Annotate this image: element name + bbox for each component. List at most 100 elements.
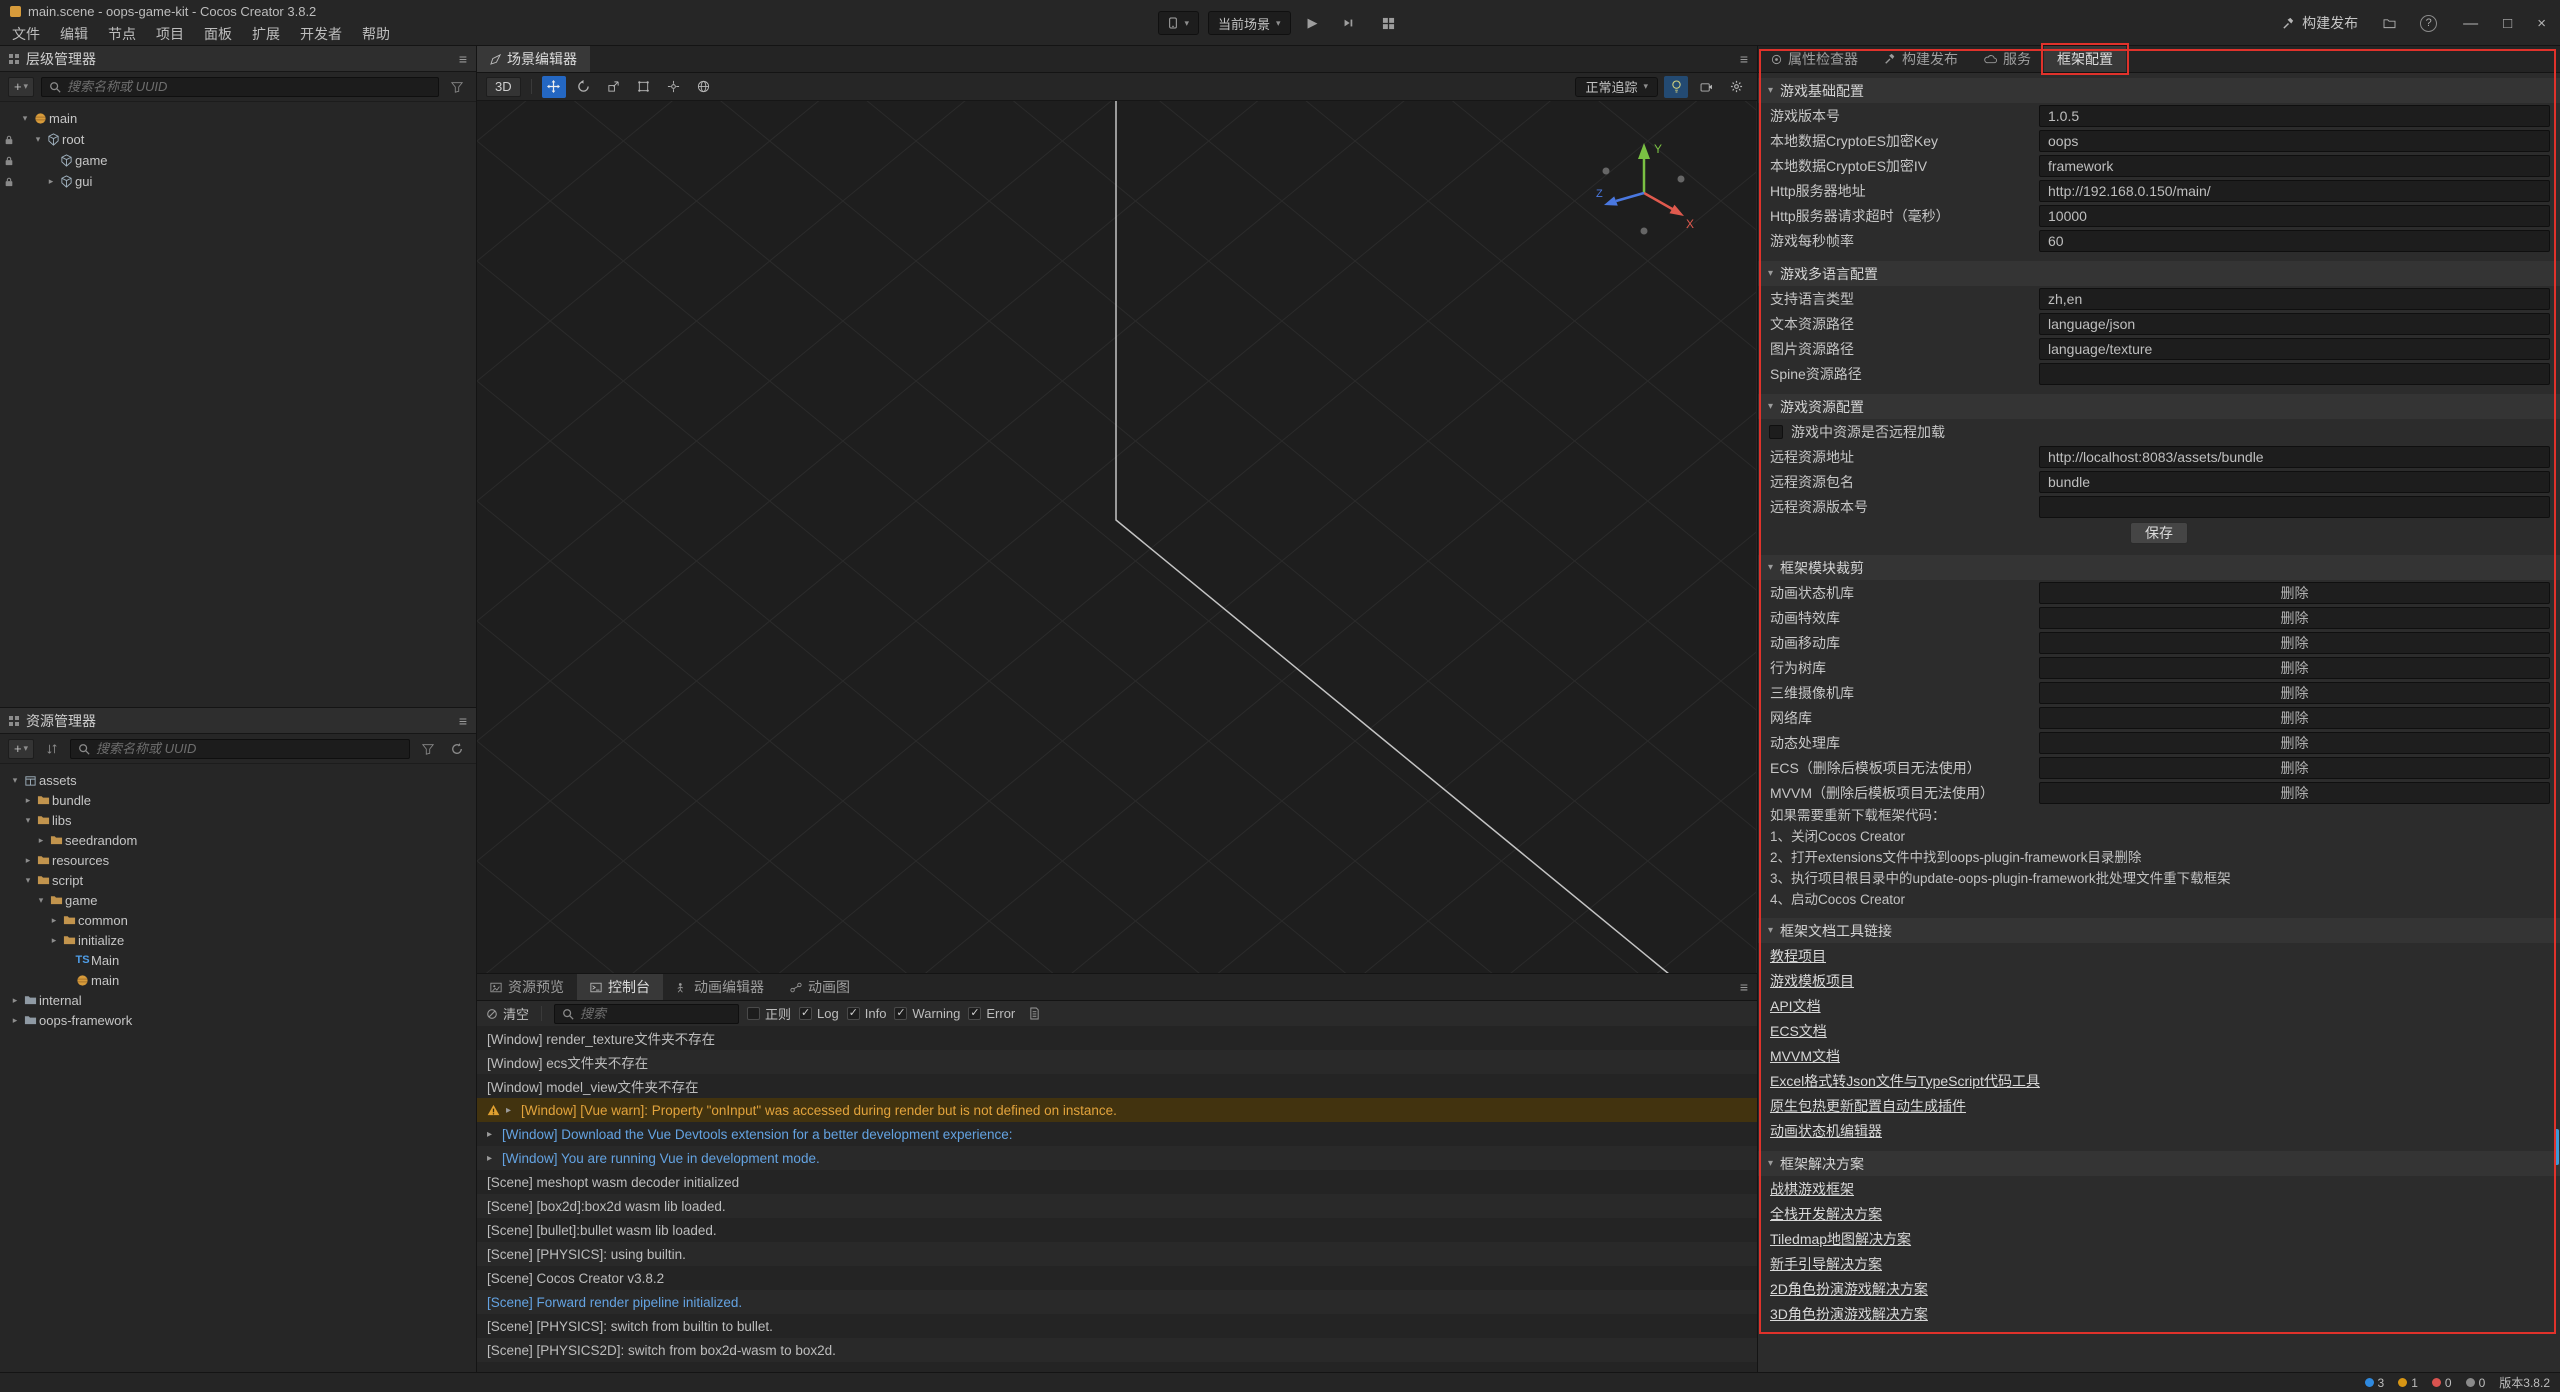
expand-arrow-icon[interactable]: ▸	[21, 795, 35, 806]
lock-icon[interactable]	[0, 156, 18, 166]
create-node-button[interactable]: +▾	[8, 77, 34, 97]
lock-icon[interactable]	[0, 135, 18, 145]
sort-assets-button[interactable]	[41, 739, 63, 759]
delete-module-button[interactable]: 删除	[2039, 632, 2550, 654]
anchor-tool-button[interactable]	[662, 76, 686, 98]
tab-services[interactable]: 服务	[1971, 46, 2044, 72]
expand-arrow-icon[interactable]: ▸	[34, 835, 48, 846]
delete-module-button[interactable]: 删除	[2039, 657, 2550, 679]
log-row[interactable]: [Scene] [box2d]:box2d wasm lib loaded.	[477, 1194, 1757, 1218]
console-menu-icon[interactable]: ≡	[1740, 979, 1748, 995]
doc-link-ecs[interactable]: ECS文档	[1770, 1021, 1827, 1041]
render-mode-select[interactable]: 正常追踪 ▾	[1575, 77, 1658, 97]
log-row[interactable]: [Scene] [PHYSICS2D]: switch from box2d-w…	[477, 1338, 1757, 1362]
log-row[interactable]: [Window] render_texture文件夹不存在	[477, 1026, 1757, 1050]
filter-warning-checkbox[interactable]: Warning	[894, 1006, 960, 1021]
log-row[interactable]: [Scene] [bullet]:bullet wasm lib loaded.	[477, 1218, 1757, 1242]
hierarchy-node-root[interactable]: ▾ root	[0, 129, 476, 150]
console-search-input[interactable]	[580, 1006, 731, 1021]
lock-icon[interactable]	[0, 177, 18, 187]
tab-animation-graph[interactable]: 动画图	[777, 974, 863, 1000]
remote-url-input[interactable]: http://localhost:8083/assets/bundle	[2039, 446, 2550, 468]
scene-light-toggle[interactable]	[1664, 76, 1688, 98]
expand-arrow-icon[interactable]: ▾	[8, 775, 22, 786]
expand-arrow-icon[interactable]: ▸	[21, 855, 35, 866]
create-asset-button[interactable]: +▾	[8, 739, 34, 759]
assets-menu-icon[interactable]: ≡	[459, 713, 467, 729]
axis-gizmo[interactable]: Y X Z	[1594, 141, 1694, 241]
expand-arrow-icon[interactable]: ▸	[8, 1015, 22, 1026]
delete-module-button[interactable]: 删除	[2039, 707, 2550, 729]
filter-log-checkbox[interactable]: Log	[799, 1006, 839, 1021]
log-row[interactable]: [Scene] [PHYSICS]: switch from builtin t…	[477, 1314, 1757, 1338]
scene-menu-icon[interactable]: ≡	[1740, 51, 1748, 67]
delete-module-button[interactable]: 删除	[2039, 782, 2550, 804]
tab-asset-preview[interactable]: 资源预览	[477, 974, 577, 1000]
hierarchy-node-gui[interactable]: ▸ gui	[0, 171, 476, 192]
doc-link-anim-editor[interactable]: 动画状态机编辑器	[1770, 1121, 1882, 1141]
delete-module-button[interactable]: 删除	[2039, 607, 2550, 629]
log-row-warning[interactable]: ▸ [Window] [Vue warn]: Property "onInput…	[477, 1098, 1757, 1122]
expand-arrow-icon[interactable]: ▾	[21, 815, 35, 826]
log-row[interactable]: [Window] ecs文件夹不存在	[477, 1050, 1757, 1074]
asset-node-resources[interactable]: ▸ resources	[0, 850, 476, 870]
menu-panel[interactable]: 面板	[194, 23, 242, 46]
section-resource-config[interactable]: ▾游戏资源配置	[1758, 394, 2560, 419]
tab-framework-config[interactable]: 框架配置	[2044, 46, 2126, 72]
rect-tool-button[interactable]	[632, 76, 656, 98]
menu-project[interactable]: 项目	[146, 23, 194, 46]
3d-mode-button[interactable]: 3D	[486, 77, 521, 97]
asset-node-bundle[interactable]: ▸ bundle	[0, 790, 476, 810]
assets-search-input[interactable]	[96, 741, 402, 756]
doc-link-mvvm[interactable]: MVVM文档	[1770, 1046, 1840, 1066]
section-solutions[interactable]: ▾框架解决方案	[1758, 1151, 2560, 1176]
remote-bundle-input[interactable]: bundle	[2039, 471, 2550, 493]
layout-button[interactable]	[1376, 11, 1402, 35]
expand-arrow-icon[interactable]: ▾	[21, 875, 35, 886]
assets-refresh-button[interactable]	[446, 739, 468, 759]
asset-node-game[interactable]: ▾ game	[0, 890, 476, 910]
log-row[interactable]: [Scene] meshopt wasm decoder initialized	[477, 1170, 1757, 1194]
delete-module-button[interactable]: 删除	[2039, 757, 2550, 779]
asset-node-script[interactable]: ▾ script	[0, 870, 476, 890]
inspector-scrollbar-thumb[interactable]	[2554, 1129, 2559, 1165]
log-row[interactable]: [Window] model_view文件夹不存在	[477, 1074, 1757, 1098]
delete-module-button[interactable]: 删除	[2039, 732, 2550, 754]
expand-arrow-icon[interactable]: ▸	[8, 995, 22, 1006]
lang-texture-path-input[interactable]: language/texture	[2039, 338, 2550, 360]
scale-tool-button[interactable]	[602, 76, 626, 98]
hierarchy-filter-button[interactable]	[446, 77, 468, 97]
solution-link-tiledmap[interactable]: Tiledmap地图解决方案	[1770, 1229, 1911, 1249]
doc-link-api[interactable]: API文档	[1770, 996, 1821, 1016]
window-minimize-button[interactable]: —	[2463, 15, 2478, 32]
log-row[interactable]: [Scene] [PHYSICS]: using builtin.	[477, 1242, 1757, 1266]
log-row[interactable]: [Scene] Cocos Creator v3.8.2	[477, 1266, 1757, 1290]
open-log-file-button[interactable]	[1023, 1004, 1045, 1024]
asset-node-initialize[interactable]: ▸ initialize	[0, 930, 476, 950]
doc-link-tutorial[interactable]: 教程项目	[1770, 946, 1826, 966]
open-project-folder-button[interactable]	[2376, 11, 2402, 35]
asset-node-main-scene[interactable]: main	[0, 970, 476, 990]
tab-property-inspector[interactable]: 属性检查器	[1758, 46, 1871, 72]
expand-arrow-icon[interactable]: ▸	[47, 915, 61, 926]
asset-node-seedrandom[interactable]: ▸ seedrandom	[0, 830, 476, 850]
build-publish-button[interactable]: 构建发布	[2282, 13, 2358, 33]
log-row-info[interactable]: ▸[Window] You are running Vue in develop…	[477, 1146, 1757, 1170]
move-tool-button[interactable]	[542, 76, 566, 98]
menu-node[interactable]: 节点	[98, 23, 146, 46]
save-button[interactable]: 保存	[2130, 522, 2188, 544]
languages-input[interactable]: zh,en	[2039, 288, 2550, 310]
solution-link-wargame[interactable]: 战棋游戏框架	[1770, 1179, 1854, 1199]
log-row-info[interactable]: ▸[Window] Download the Vue Devtools exte…	[477, 1122, 1757, 1146]
regex-checkbox[interactable]: 正则	[747, 1004, 791, 1023]
solution-link-3drpg[interactable]: 3D角色扮演游戏解决方案	[1770, 1304, 1928, 1324]
expand-arrow-icon[interactable]: ▸	[487, 1129, 496, 1140]
scene-settings-button[interactable]	[1724, 76, 1748, 98]
game-version-input[interactable]: 1.0.5	[2039, 105, 2550, 127]
world-local-toggle-button[interactable]	[692, 76, 716, 98]
doc-link-hotupdate-plugin[interactable]: 原生包热更新配置自动生成插件	[1770, 1096, 1966, 1116]
preview-target-button[interactable]: ▾	[1158, 11, 1199, 35]
http-timeout-input[interactable]: 10000	[2039, 205, 2550, 227]
solution-link-fullstack[interactable]: 全栈开发解决方案	[1770, 1204, 1882, 1224]
doc-link-excel-tool[interactable]: Excel格式转Json文件与TypeScript代码工具	[1770, 1071, 2040, 1091]
